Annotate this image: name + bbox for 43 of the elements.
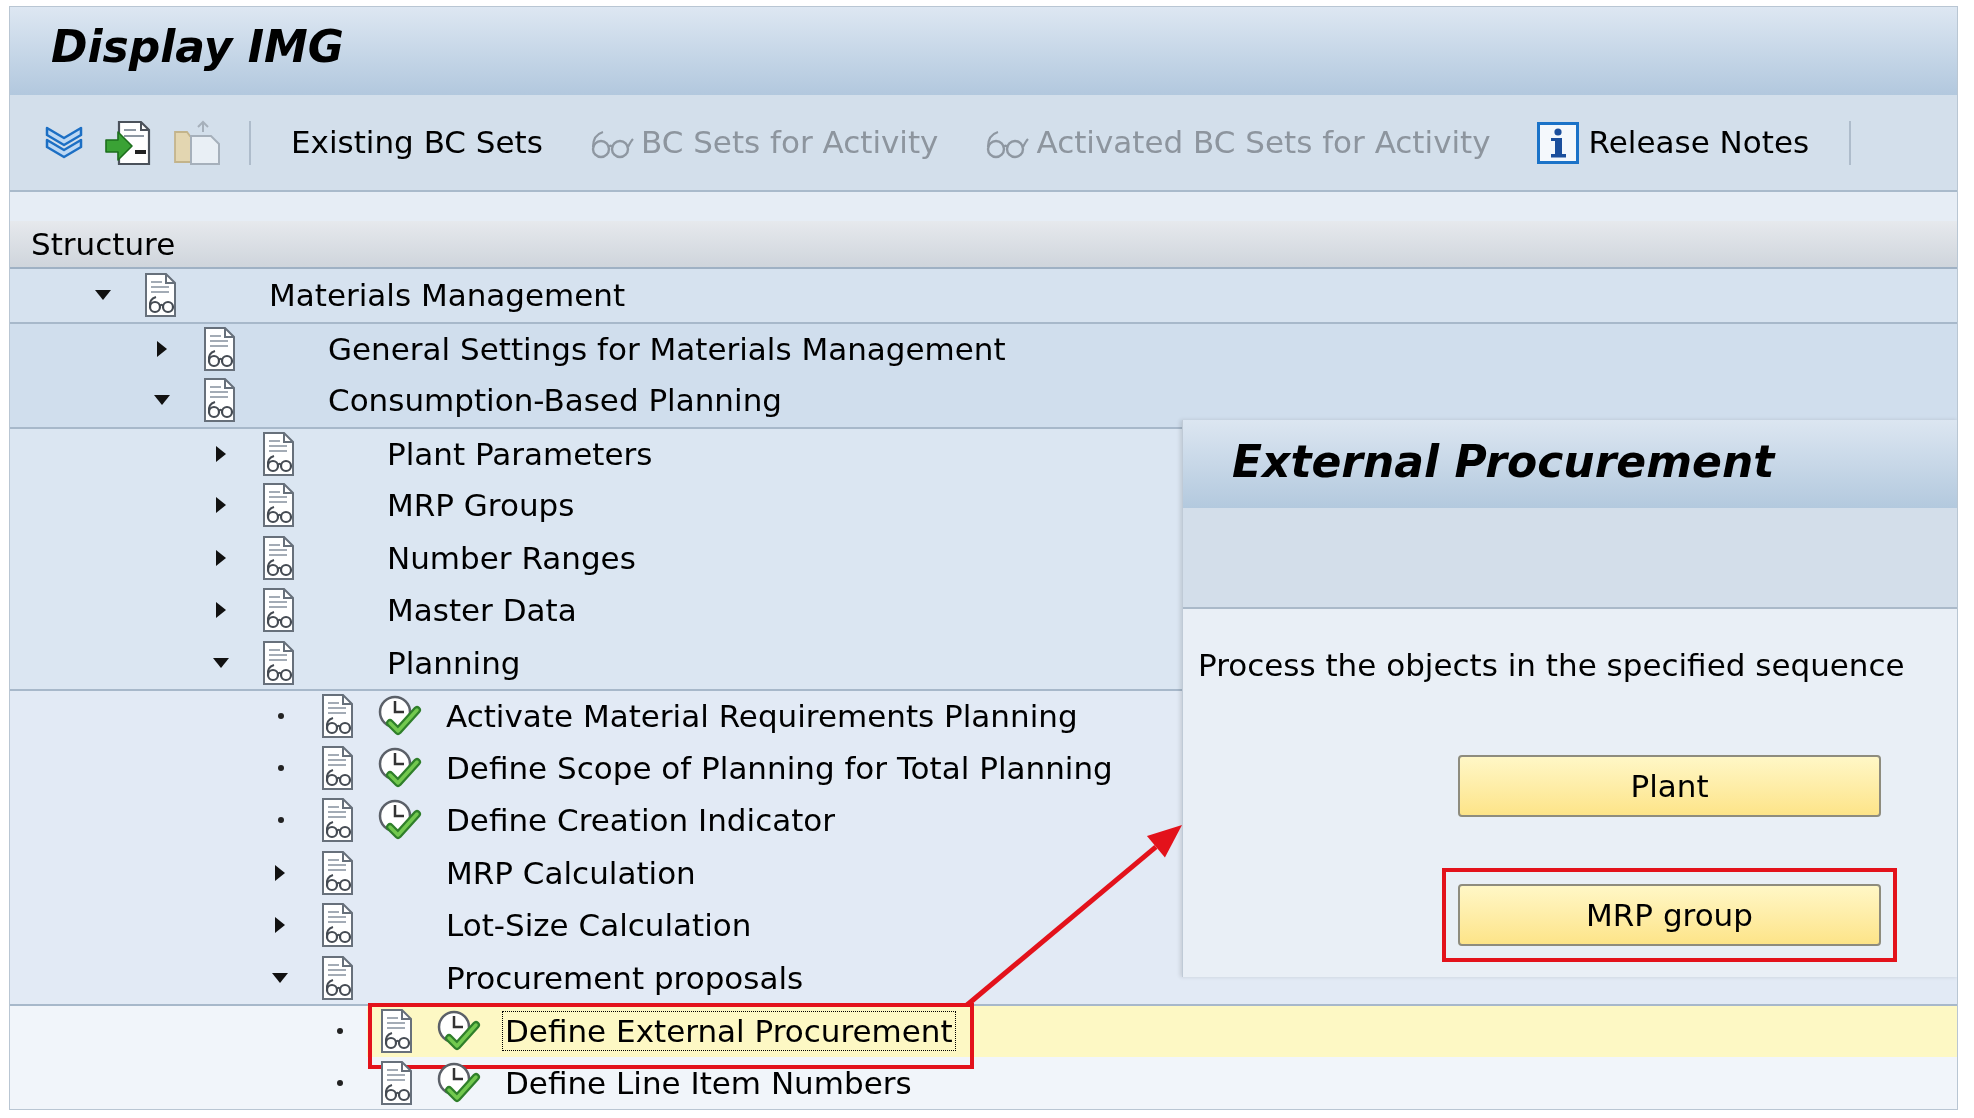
bullet-icon <box>278 817 284 824</box>
dialog-button[interactable]: Plant <box>1458 755 1881 817</box>
tree-node-label[interactable]: MRP Groups <box>384 485 578 526</box>
tree-node-label[interactable]: Plant Parameters <box>384 433 656 474</box>
document-arrow-icon[interactable] <box>105 119 151 166</box>
tree-node-label[interactable]: General Settings for Materials Management <box>325 328 1009 369</box>
caret-down-icon[interactable] <box>272 972 288 983</box>
caret-right-icon[interactable] <box>216 602 226 619</box>
caret-down-icon[interactable] <box>95 290 111 301</box>
tree-node-label[interactable]: Master Data <box>384 590 580 631</box>
bullet-icon <box>278 764 284 771</box>
dialog-button[interactable]: MRP group <box>1458 884 1881 946</box>
caret-right-icon[interactable] <box>275 917 285 934</box>
column-header: Structure <box>10 221 1957 269</box>
tree-node-label[interactable]: Define External Procurement <box>502 1011 956 1052</box>
tree-node-label[interactable]: Procurement proposals <box>443 957 807 998</box>
caret-down-icon[interactable] <box>154 395 170 406</box>
caret-right-icon[interactable] <box>216 497 226 514</box>
tree-node-label[interactable]: Materials Management <box>266 275 629 316</box>
caret-right-icon[interactable] <box>275 864 285 881</box>
bullet-icon <box>337 1079 343 1086</box>
bullet-icon <box>337 1028 343 1035</box>
info-icon <box>1536 121 1579 164</box>
tree-node-label[interactable]: Define Creation Indicator <box>443 800 839 841</box>
tree-node-label[interactable]: Define Line Item Numbers <box>502 1062 915 1103</box>
caret-right-icon[interactable] <box>157 340 167 357</box>
toolbar-button[interactable]: Existing BC Sets <box>279 117 555 168</box>
dialog-title: External Procurement <box>1232 440 1775 484</box>
tree-node-label[interactable]: Consumption-Based Planning <box>325 380 785 421</box>
screen-title: Display IMG <box>51 25 344 69</box>
tree-node-label[interactable]: MRP Calculation <box>443 852 699 893</box>
tree-node-label[interactable]: Define Scope of Planning for Total Planning <box>443 747 1116 788</box>
tree-node-label[interactable]: Activate Material Requirements Planning <box>443 696 1081 737</box>
caret-down-icon[interactable] <box>213 657 229 668</box>
tree-node-label[interactable]: Lot-Size Calculation <box>443 905 755 946</box>
bullet-icon <box>278 713 284 720</box>
tree-node-label[interactable]: Number Ranges <box>384 537 639 578</box>
caret-right-icon[interactable] <box>216 445 226 462</box>
dialog-message: Process the objects in the specified sequence <box>1197 647 1906 683</box>
caret-right-icon[interactable] <box>216 549 226 566</box>
tree-node-label[interactable]: Planning <box>384 642 524 683</box>
toolbar-button[interactable]: Release Notes <box>1524 117 1822 168</box>
double-chevron-icon[interactable] <box>45 125 83 160</box>
